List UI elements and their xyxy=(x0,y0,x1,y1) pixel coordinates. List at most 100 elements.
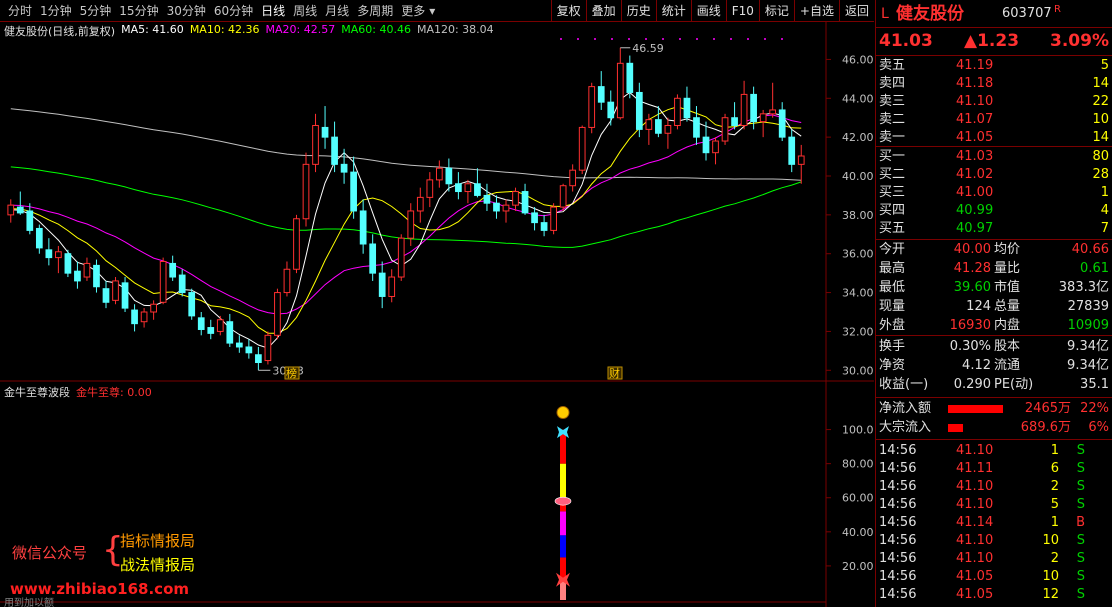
ask-price: 41.18 xyxy=(956,76,994,91)
tick-side: B xyxy=(1076,515,1085,530)
candle-body xyxy=(159,260,167,303)
tick-time: 14:56 xyxy=(879,587,917,602)
period-tab-5[interactable]: 60分钟 xyxy=(210,0,257,22)
candle-body xyxy=(435,167,443,181)
indicator-axis-label: 40.00 xyxy=(842,526,874,539)
bid-vol: 4 xyxy=(1100,203,1109,218)
candle-body xyxy=(216,319,224,332)
tool-button-4[interactable]: 画线 xyxy=(690,0,726,22)
tick-row[interactable]: 14:56 41.10 2 S xyxy=(876,478,1112,496)
stat2-value: 35.1 xyxy=(1080,377,1109,392)
tick-row[interactable]: 14:56 41.10 10 S xyxy=(876,532,1112,550)
candle-body xyxy=(559,185,567,208)
ask-vol: 22 xyxy=(1092,94,1109,109)
period-tab-0[interactable]: 分时 xyxy=(4,0,36,22)
ma10-line xyxy=(10,106,802,334)
stat-label: 均价 xyxy=(994,242,1021,257)
period-tab-9[interactable]: 多周期 xyxy=(353,0,397,22)
tool-button-3[interactable]: 统计 xyxy=(655,0,691,22)
stat2-label: 流通 xyxy=(994,358,1021,373)
candle-body xyxy=(397,237,405,278)
event-mark-label[interactable]: 财 xyxy=(609,366,620,380)
tick-row[interactable]: 14:56 41.11 6 S xyxy=(876,460,1112,478)
ask-vol: 14 xyxy=(1092,130,1109,145)
stat2-row: 收益(一) 0.290 PE(动) 35.1 xyxy=(876,376,1112,394)
ask-row: 卖二 41.07 10 xyxy=(876,111,1112,129)
indicator-band xyxy=(560,463,566,498)
bid-vol: 80 xyxy=(1092,149,1109,164)
tick-side: S xyxy=(1076,443,1085,458)
bid-label: 买三 xyxy=(879,185,906,200)
watermark-label: 微信公众号 xyxy=(12,544,88,562)
ma60-label: MA60: 40.46 xyxy=(341,23,411,36)
stat-label: 量比 xyxy=(994,261,1021,276)
quote-name: 健友股份 xyxy=(896,4,964,24)
candle-body xyxy=(635,91,643,130)
event-mark-label[interactable]: 榜 xyxy=(286,366,297,380)
candle-body xyxy=(474,183,481,196)
lips-icon xyxy=(554,496,572,506)
signal-dot xyxy=(730,38,732,40)
tool-button-0[interactable]: 复权 xyxy=(550,0,586,22)
candle-body xyxy=(521,191,529,214)
candle-body xyxy=(512,191,519,206)
candle-body xyxy=(645,119,653,130)
stat-label: 内盘 xyxy=(994,318,1021,333)
candle-body xyxy=(131,309,138,325)
price-axis-label: 40.00 xyxy=(842,170,874,183)
tool-button-8[interactable]: 返回 xyxy=(838,0,874,22)
candle-body xyxy=(331,136,338,165)
price-axis-label: 36.00 xyxy=(842,248,874,261)
quote-price-row: 41.03 ▲1.23 3.09% xyxy=(876,31,1112,51)
candle-body xyxy=(188,292,196,317)
period-tab-2[interactable]: 5分钟 xyxy=(76,0,116,22)
tick-row[interactable]: 14:56 41.05 12 S xyxy=(876,586,1112,604)
candle-body xyxy=(683,97,691,119)
tool-button-5[interactable]: F10 xyxy=(725,0,759,22)
tick-side: S xyxy=(1076,479,1085,494)
tool-button-1[interactable]: 叠加 xyxy=(585,0,621,22)
tick-row[interactable]: 14:56 41.05 10 S xyxy=(876,568,1112,586)
period-tab-8[interactable]: 月线 xyxy=(321,0,353,22)
tick-row[interactable]: 14:56 41.10 2 S xyxy=(876,550,1112,568)
tool-button-2[interactable]: 历史 xyxy=(620,0,656,22)
period-tab-6[interactable]: 日线 xyxy=(257,0,289,22)
tick-row[interactable]: 14:56 41.10 5 S xyxy=(876,496,1112,514)
tool-button-7[interactable]: +自选 xyxy=(793,0,839,22)
candle-body xyxy=(378,272,386,297)
candle-body xyxy=(445,167,453,185)
ask-row: 卖三 41.10 22 xyxy=(876,93,1112,111)
tick-time: 14:56 xyxy=(879,515,917,530)
stat-value: 40.00 xyxy=(953,242,991,257)
period-tab-1[interactable]: 1分钟 xyxy=(36,0,76,22)
bid-label: 买一 xyxy=(879,149,906,164)
kline-chart[interactable]: 46.00 44.00 42.00 40.00 38.00 36.00 34.00 32.00… xyxy=(0,22,874,607)
period-tab-7[interactable]: 周线 xyxy=(289,0,321,22)
stat2-value: 9.34亿 xyxy=(1067,358,1109,373)
tool-button-6[interactable]: 标记 xyxy=(758,0,794,22)
quote-panel: L 健友股份 603707 R 41.03 ▲1.23 3.09% 卖五 41.1… xyxy=(875,0,1112,607)
stat2-value: 0.30% xyxy=(949,339,991,354)
tick-time: 14:56 xyxy=(879,497,917,512)
candle-body xyxy=(16,206,24,214)
flow-pct: 22% xyxy=(1080,401,1109,416)
tick-vol: 5 xyxy=(1050,497,1059,512)
stat2-label: PE(动) xyxy=(994,377,1034,392)
candle-body xyxy=(83,262,91,278)
more-dropdown-icon[interactable]: ▾ xyxy=(429,0,439,22)
candle-body xyxy=(750,93,757,123)
candle-body xyxy=(540,222,548,231)
stat-value: 39.60 xyxy=(953,280,991,295)
quote-badge: R xyxy=(1054,4,1061,15)
period-tab-10[interactable]: 更多 xyxy=(397,0,429,22)
price-axis-label: 44.00 xyxy=(842,92,874,105)
quote-prefix: L xyxy=(881,6,889,22)
period-tab-3[interactable]: 15分钟 xyxy=(115,0,162,22)
period-tab-4[interactable]: 30分钟 xyxy=(163,0,210,22)
tick-row[interactable]: 14:56 41.14 1 B xyxy=(876,514,1112,532)
tick-row[interactable]: 14:56 41.10 1 S xyxy=(876,442,1112,460)
candle-body xyxy=(588,86,596,128)
candle-body xyxy=(550,206,557,231)
stock-title: 健友股份(日线,前复权) xyxy=(4,25,116,38)
period-tabs: 分时 1分钟 5分钟 15分钟 30分钟 60分钟 日线 周线 月线 多周期 更多 ▾ xyxy=(0,0,439,22)
